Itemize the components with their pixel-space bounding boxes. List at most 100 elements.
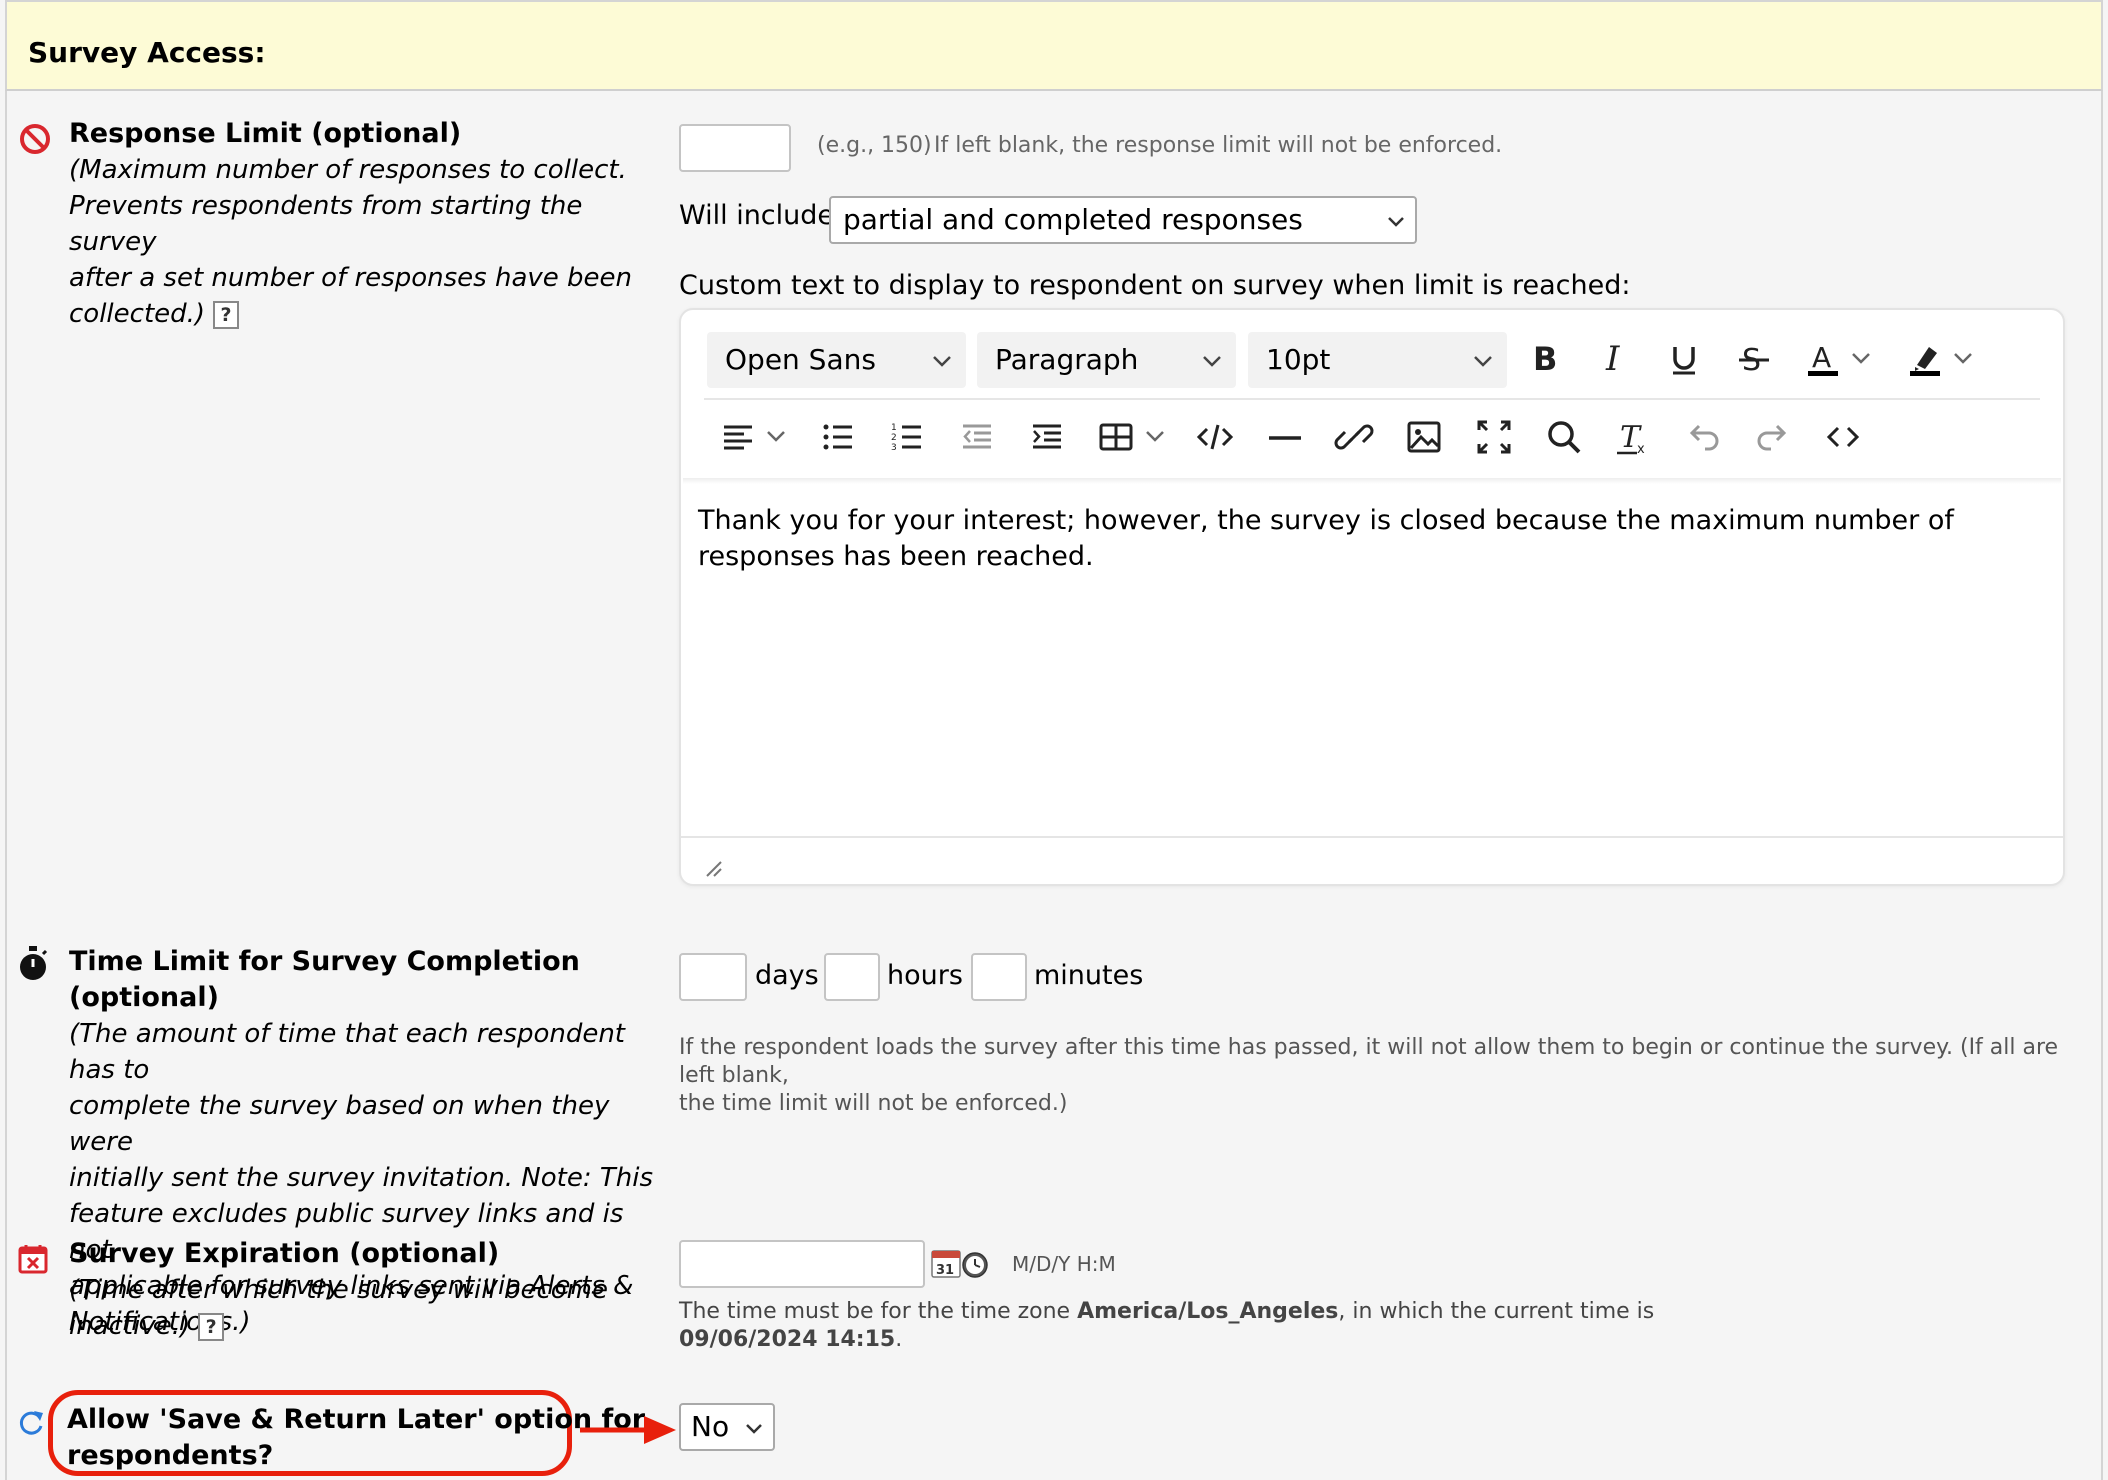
will-include-value: partial and completed responses bbox=[843, 203, 1303, 236]
chevron-down-icon bbox=[1474, 356, 1492, 367]
save-return-title-2: respondents? bbox=[67, 1440, 274, 1471]
response-limit-desc-1: (Maximum number of responses to collect. bbox=[69, 155, 627, 185]
calendar-expired-icon bbox=[17, 1243, 49, 1279]
chevron-down-icon bbox=[1388, 217, 1404, 227]
block-format-value: Paragraph bbox=[995, 343, 1139, 376]
minutes-label: minutes bbox=[1034, 960, 1144, 991]
annotation-arrow bbox=[578, 1408, 678, 1456]
image-icon[interactable] bbox=[1397, 410, 1451, 464]
underline-icon[interactable] bbox=[1657, 332, 1711, 386]
expiration-title: Survey Expiration (optional) bbox=[69, 1238, 500, 1269]
block-format-dropdown[interactable]: Paragraph bbox=[977, 332, 1236, 388]
toolbar-divider bbox=[704, 398, 2040, 400]
will-include-select[interactable]: partial and completed responses bbox=[829, 196, 1417, 244]
toolbar-shadow bbox=[683, 478, 2061, 484]
svg-text:A: A bbox=[1812, 341, 1831, 374]
time-limit-note: If the respondent loads the survey after… bbox=[679, 1034, 2079, 1118]
custom-text-label: Custom text to display to respondent on … bbox=[679, 270, 1631, 301]
indent-icon[interactable] bbox=[1020, 410, 1074, 464]
bold-icon[interactable]: B bbox=[1518, 332, 1572, 386]
expiration-help-button[interactable]: ? bbox=[198, 1312, 225, 1341]
font-family-dropdown[interactable]: Open Sans bbox=[707, 332, 966, 388]
rich-text-editor bbox=[679, 308, 2065, 886]
clock-icon[interactable] bbox=[961, 1251, 989, 1283]
align-left-icon[interactable] bbox=[711, 410, 765, 464]
numbered-list-icon[interactable]: 123 bbox=[880, 410, 934, 464]
expiration-label: Survey Expiration (optional) (Time after… bbox=[69, 1236, 669, 1344]
response-limit-help-button[interactable]: ? bbox=[213, 300, 240, 329]
timezone-suffix: , in which the current time is bbox=[1338, 1299, 1655, 1324]
chevron-down-icon[interactable] bbox=[1952, 347, 1974, 373]
stopwatch-icon bbox=[17, 946, 49, 986]
refresh-icon bbox=[16, 1408, 46, 1442]
timezone-prefix: The time must be for the time zone bbox=[679, 1299, 1078, 1324]
horizontal-rule-icon[interactable] bbox=[1258, 410, 1312, 464]
bullet-list-icon[interactable] bbox=[811, 410, 865, 464]
save-return-title-1: Allow 'Save & Return Later' option for bbox=[67, 1404, 646, 1435]
days-label: days bbox=[755, 960, 819, 991]
will-include-label: Will include bbox=[679, 200, 835, 231]
expiration-desc-1: (Time after which the survey will become bbox=[69, 1275, 608, 1305]
save-return-select[interactable]: No bbox=[679, 1403, 775, 1451]
redo-icon[interactable] bbox=[1746, 410, 1800, 464]
svg-text:B: B bbox=[1533, 340, 1557, 378]
italic-icon[interactable]: I bbox=[1588, 332, 1642, 386]
time-limit-desc-3: initially sent the survey invitation. No… bbox=[69, 1163, 654, 1193]
minutes-input[interactable] bbox=[971, 953, 1027, 1001]
font-family-value: Open Sans bbox=[725, 343, 876, 376]
svg-text:I: I bbox=[1605, 339, 1620, 379]
search-icon[interactable] bbox=[1537, 410, 1591, 464]
code-sample-icon[interactable] bbox=[1188, 410, 1242, 464]
time-limit-note-1: If the respondent loads the survey after… bbox=[679, 1035, 2059, 1088]
chevron-down-icon[interactable] bbox=[1144, 425, 1166, 451]
days-input[interactable] bbox=[679, 953, 747, 1001]
calendar-icon[interactable]: 31 bbox=[931, 1248, 961, 1282]
source-code-icon[interactable] bbox=[1816, 410, 1870, 464]
link-icon[interactable] bbox=[1327, 410, 1381, 464]
save-return-value: No bbox=[691, 1410, 730, 1443]
hours-label: hours bbox=[887, 960, 963, 991]
svg-text:x: x bbox=[1637, 442, 1645, 457]
save-return-label: Allow 'Save & Return Later' option for r… bbox=[67, 1402, 645, 1474]
response-limit-note: If left blank, the response limit will n… bbox=[934, 133, 1503, 158]
fullscreen-icon[interactable] bbox=[1467, 410, 1521, 464]
undo-icon[interactable] bbox=[1676, 410, 1730, 464]
time-limit-desc-1: (The amount of time that each respondent… bbox=[69, 1019, 626, 1085]
section-title: Survey Access: bbox=[28, 36, 266, 69]
time-limit-note-2: the time limit will not be enforced.) bbox=[679, 1091, 1068, 1116]
section-header: Survey Access: bbox=[5, 0, 2103, 91]
datetime-format-hint: M/D/Y H:M bbox=[1012, 1252, 1116, 1276]
editor-status-bar bbox=[681, 836, 2063, 884]
svg-text:2: 2 bbox=[891, 433, 897, 443]
highlight-color-icon[interactable] bbox=[1898, 332, 1952, 386]
clear-format-icon[interactable]: Tx bbox=[1606, 410, 1660, 464]
chevron-down-icon bbox=[933, 356, 951, 367]
chevron-down-icon bbox=[746, 1424, 762, 1434]
font-size-value: 10pt bbox=[1266, 343, 1331, 376]
response-limit-example: (e.g., 150) bbox=[817, 133, 932, 158]
timezone-name: America/Los_Angeles bbox=[1077, 1299, 1339, 1324]
response-limit-input[interactable] bbox=[679, 124, 791, 172]
hours-input[interactable] bbox=[824, 953, 880, 1001]
chevron-down-icon[interactable] bbox=[765, 425, 787, 451]
response-limit-desc-3: after a set number of responses have bee… bbox=[69, 263, 632, 293]
text-color-icon[interactable]: A bbox=[1796, 332, 1850, 386]
current-time: 09/06/2024 14:15 bbox=[679, 1327, 896, 1352]
expiration-desc-2: inactive.) bbox=[69, 1311, 191, 1341]
font-size-dropdown[interactable]: 10pt bbox=[1248, 332, 1507, 388]
expiration-datetime-input[interactable] bbox=[679, 1240, 925, 1288]
response-limit-title: Response Limit (optional) bbox=[69, 118, 462, 149]
outdent-icon[interactable] bbox=[950, 410, 1004, 464]
response-limit-desc-4: collected.) bbox=[69, 299, 206, 329]
resize-handle-icon[interactable] bbox=[705, 860, 723, 878]
time-limit-desc-2: complete the survey based on when they w… bbox=[69, 1091, 610, 1157]
chevron-down-icon bbox=[1203, 356, 1221, 367]
strikethrough-icon[interactable]: S bbox=[1727, 332, 1781, 386]
editor-content[interactable]: Thank you for your interest; however, th… bbox=[698, 503, 2038, 575]
table-icon[interactable] bbox=[1089, 410, 1143, 464]
svg-text:3: 3 bbox=[891, 443, 897, 453]
response-limit-desc-2: Prevents respondents from starting the s… bbox=[69, 191, 583, 257]
chevron-down-icon[interactable] bbox=[1850, 347, 1872, 373]
blocked-icon bbox=[18, 122, 52, 160]
response-limit-label: Response Limit (optional) (Maximum numbe… bbox=[69, 116, 669, 332]
